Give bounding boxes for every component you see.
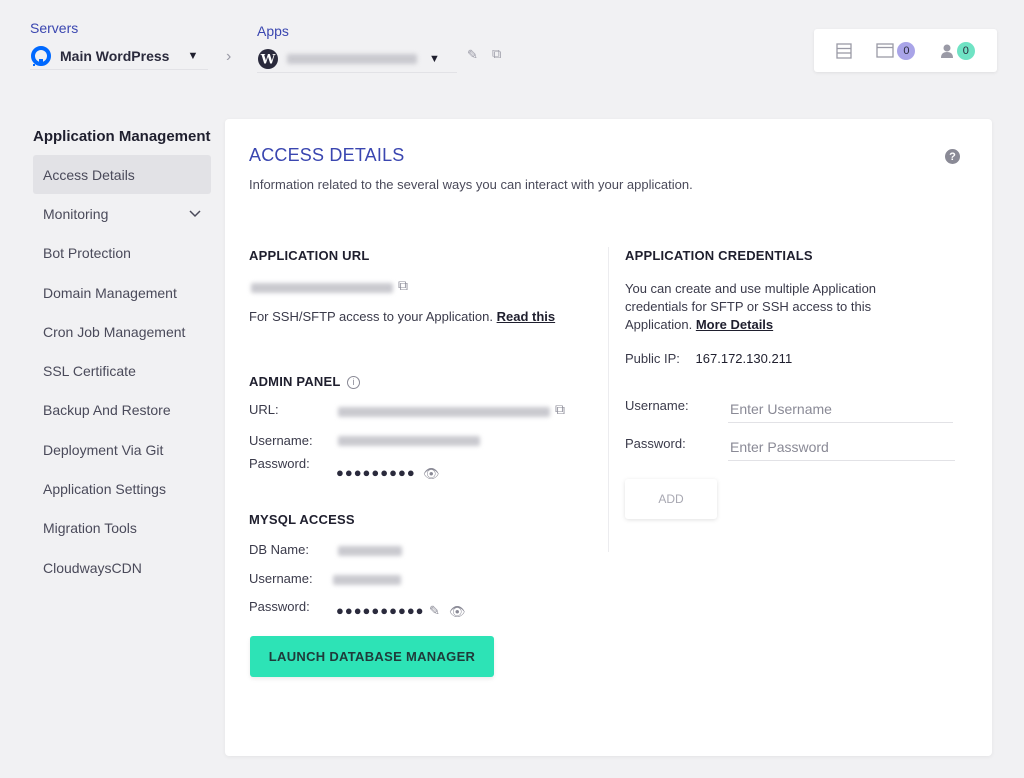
admin-username-redacted xyxy=(338,436,480,446)
mysql-access-title: MYSQL ACCESS xyxy=(249,512,355,527)
admin-password-value: ●●●●●●●●● xyxy=(336,465,416,480)
sidebar-item-label: Access Details xyxy=(43,166,135,183)
sidebar-item-domain-management[interactable]: Domain Management xyxy=(33,273,211,312)
sidebar-item-backup-and-restore[interactable]: Backup And Restore xyxy=(33,391,211,430)
external-link-icon[interactable]: ⧉ xyxy=(492,46,501,62)
sidebar-item-migration-tools[interactable]: Migration Tools xyxy=(33,509,211,548)
public-ip-label: Public IP: xyxy=(625,351,680,366)
sidebar-item-bot-protection[interactable]: Bot Protection xyxy=(33,234,211,273)
sidebar-item-ssl-certificate[interactable]: SSL Certificate xyxy=(33,351,211,390)
db-name-label: DB Name: xyxy=(249,542,309,557)
page-subtitle: Information related to the several ways … xyxy=(249,177,693,192)
sidebar-item-application-settings[interactable]: Application Settings xyxy=(33,469,211,508)
ssh-access-label: For SSH/SFTP access to your Application. xyxy=(249,309,493,324)
mysql-username-redacted xyxy=(333,575,401,585)
svg-text:W: W xyxy=(260,52,276,67)
files-button[interactable]: 0 xyxy=(876,41,916,60)
user-icon xyxy=(940,44,953,58)
admin-panel-title: ADMIN PANEL i xyxy=(249,374,361,389)
app-dropdown-icon[interactable]: ▼ xyxy=(429,53,440,65)
sidebar: Application Management Access Details Mo… xyxy=(33,128,211,587)
users-count-badge: 0 xyxy=(956,41,975,60)
sidebar-item-deployment-via-git[interactable]: Deployment Via Git xyxy=(33,430,211,469)
sidebar-item-label: Application Settings xyxy=(43,481,166,498)
server-selector[interactable]: Main WordPress ▼ xyxy=(30,42,208,70)
more-details-link[interactable]: More Details xyxy=(696,317,773,332)
sidebar-item-label: Bot Protection xyxy=(43,245,131,262)
sidebar-item-label: Backup And Restore xyxy=(43,402,171,419)
breadcrumb-chevron-icon: › xyxy=(226,48,232,65)
application-url-redacted[interactable] xyxy=(251,283,393,293)
server-list-button[interactable] xyxy=(836,42,852,59)
chevron-down-icon xyxy=(189,210,201,217)
read-this-link[interactable]: Read this xyxy=(497,309,556,324)
edit-icon[interactable]: ✎ xyxy=(467,47,478,63)
admin-username-label: Username: xyxy=(249,433,313,448)
sidebar-item-cron-job-management[interactable]: Cron Job Management xyxy=(33,312,211,351)
cred-password-label: Password: xyxy=(625,436,686,451)
sidebar-item-label: Deployment Via Git xyxy=(43,441,164,458)
sidebar-item-label: CloudwaysCDN xyxy=(43,559,142,576)
sidebar-item-monitoring[interactable]: Monitoring xyxy=(33,194,211,233)
credentials-description: You can create and use multiple Applicat… xyxy=(625,280,925,334)
digitalocean-logo-icon xyxy=(31,45,51,66)
sidebar-item-cloudwayscdn[interactable]: CloudwaysCDN xyxy=(33,548,211,587)
admin-panel-label: ADMIN PANEL xyxy=(249,374,341,389)
username-input[interactable] xyxy=(728,395,953,423)
info-icon[interactable]: i xyxy=(347,376,361,389)
sidebar-item-label: SSL Certificate xyxy=(43,363,136,380)
users-button[interactable]: 0 xyxy=(940,41,975,60)
files-count-badge: 0 xyxy=(897,41,916,60)
servers-breadcrumb: Servers Main WordPress ▼ xyxy=(30,20,208,70)
sidebar-item-label: Domain Management xyxy=(43,284,177,301)
access-details-card: ACCESS DETAILS Information related to th… xyxy=(225,119,992,756)
top-status-widget: 0 0 xyxy=(814,29,997,72)
application-url-title: APPLICATION URL xyxy=(249,248,370,263)
column-divider xyxy=(608,247,609,552)
admin-url-redacted[interactable] xyxy=(338,407,550,417)
mysql-password-label: Password: xyxy=(249,599,310,614)
admin-url-label: URL: xyxy=(249,402,279,417)
cred-username-label: Username: xyxy=(625,398,689,413)
sidebar-item-label: Cron Job Management xyxy=(43,323,186,340)
help-icon[interactable]: ? xyxy=(945,149,960,164)
apps-breadcrumb: Apps W ▼ xyxy=(257,23,457,73)
wordpress-logo-icon: W xyxy=(258,48,278,69)
mysql-password-value: ●●●●●●●●●● xyxy=(336,603,425,618)
sidebar-item-label: Monitoring xyxy=(43,205,109,222)
server-list-icon xyxy=(836,42,852,59)
app-credentials-title: APPLICATION CREDENTIALS xyxy=(625,248,813,263)
window-icon xyxy=(876,43,895,58)
app-selector[interactable]: W ▼ xyxy=(257,45,457,73)
app-name-redacted xyxy=(287,53,417,64)
eye-icon[interactable]: 👁 xyxy=(449,604,466,620)
apps-label: Apps xyxy=(257,23,289,39)
edit-icon[interactable]: ✎ xyxy=(429,603,440,619)
mysql-username-label: Username: xyxy=(249,571,313,586)
page-title: ACCESS DETAILS xyxy=(249,145,405,165)
external-link-icon[interactable]: ⧉ xyxy=(398,277,408,294)
server-dropdown-icon[interactable]: ▼ xyxy=(187,50,198,62)
eye-icon[interactable]: 👁 xyxy=(423,466,440,482)
admin-password-label: Password: xyxy=(249,456,310,471)
launch-database-manager-button[interactable]: LAUNCH DATABASE MANAGER xyxy=(250,636,494,677)
sidebar-title: Application Management xyxy=(33,128,211,145)
public-ip-value: 167.172.130.211 xyxy=(695,351,793,366)
server-name: Main WordPress xyxy=(60,47,170,64)
ssh-access-text: For SSH/SFTP access to your Application.… xyxy=(249,309,555,324)
external-link-icon[interactable]: ⧉ xyxy=(555,401,565,418)
public-ip-row: Public IP: 167.172.130.211 xyxy=(625,351,792,366)
servers-label: Servers xyxy=(30,20,79,36)
db-name-redacted xyxy=(338,546,402,556)
sidebar-item-access-details[interactable]: Access Details xyxy=(33,155,211,195)
password-input[interactable] xyxy=(728,433,955,461)
add-credential-button[interactable]: ADD xyxy=(625,479,717,519)
sidebar-item-label: Migration Tools xyxy=(43,520,137,537)
